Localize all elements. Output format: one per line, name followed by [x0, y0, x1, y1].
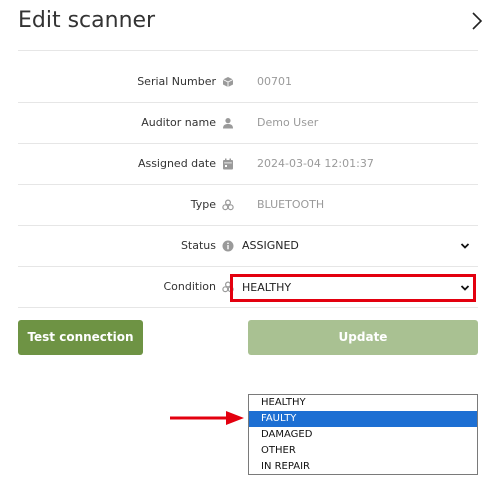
chevron-right-icon[interactable] — [470, 10, 484, 32]
status-selected-value: ASSIGNED — [242, 239, 299, 252]
serial-number-row: Serial Number 00701 — [18, 62, 478, 103]
assigned-date-value: 2024-03-04 12:01:37 — [257, 157, 374, 170]
type-label: Type — [190, 198, 216, 211]
condition-label: Condition — [163, 280, 217, 293]
status-label: Status — [180, 239, 216, 252]
auditor-name-value: Demo User — [257, 116, 319, 129]
dropdown-option-in-repair[interactable]: IN REPAIR — [249, 459, 477, 475]
dropdown-option-other[interactable]: OTHER — [249, 443, 477, 459]
header-divider — [18, 50, 478, 51]
calendar-icon — [222, 158, 234, 170]
assigned-date-row: Assigned date 2024-03-04 12:01:37 — [18, 144, 478, 185]
type-row: Type BLUETOOTH — [18, 185, 478, 226]
cubes-icon — [222, 199, 234, 211]
auditor-name-row: Auditor name Demo User — [18, 103, 478, 144]
chevron-down-icon — [460, 243, 470, 249]
update-button[interactable]: Update — [248, 320, 478, 355]
cube-icon — [222, 76, 234, 88]
condition-select[interactable]: HEALTHY — [230, 274, 476, 302]
dropdown-option-faulty[interactable]: FAULTY — [249, 411, 477, 427]
page-title: Edit scanner — [18, 8, 156, 33]
arrow-right-icon — [170, 411, 244, 425]
serial-number-label: Serial Number — [137, 75, 216, 88]
type-value: BLUETOOTH — [257, 198, 325, 211]
assigned-date-label: Assigned date — [137, 157, 216, 170]
test-connection-button[interactable]: Test connection — [18, 320, 143, 355]
condition-selected-value: HEALTHY — [242, 281, 292, 294]
dropdown-option-healthy[interactable]: HEALTHY — [249, 395, 477, 411]
status-select[interactable]: ASSIGNED — [230, 232, 476, 260]
auditor-name-label: Auditor name — [141, 116, 216, 129]
serial-number-value: 00701 — [257, 75, 292, 88]
dropdown-option-damaged[interactable]: DAMAGED — [249, 427, 477, 443]
user-icon — [222, 117, 234, 129]
chevron-down-icon — [460, 285, 470, 291]
condition-dropdown-list: HEALTHY FAULTY DAMAGED OTHER IN REPAIR — [248, 394, 478, 475]
